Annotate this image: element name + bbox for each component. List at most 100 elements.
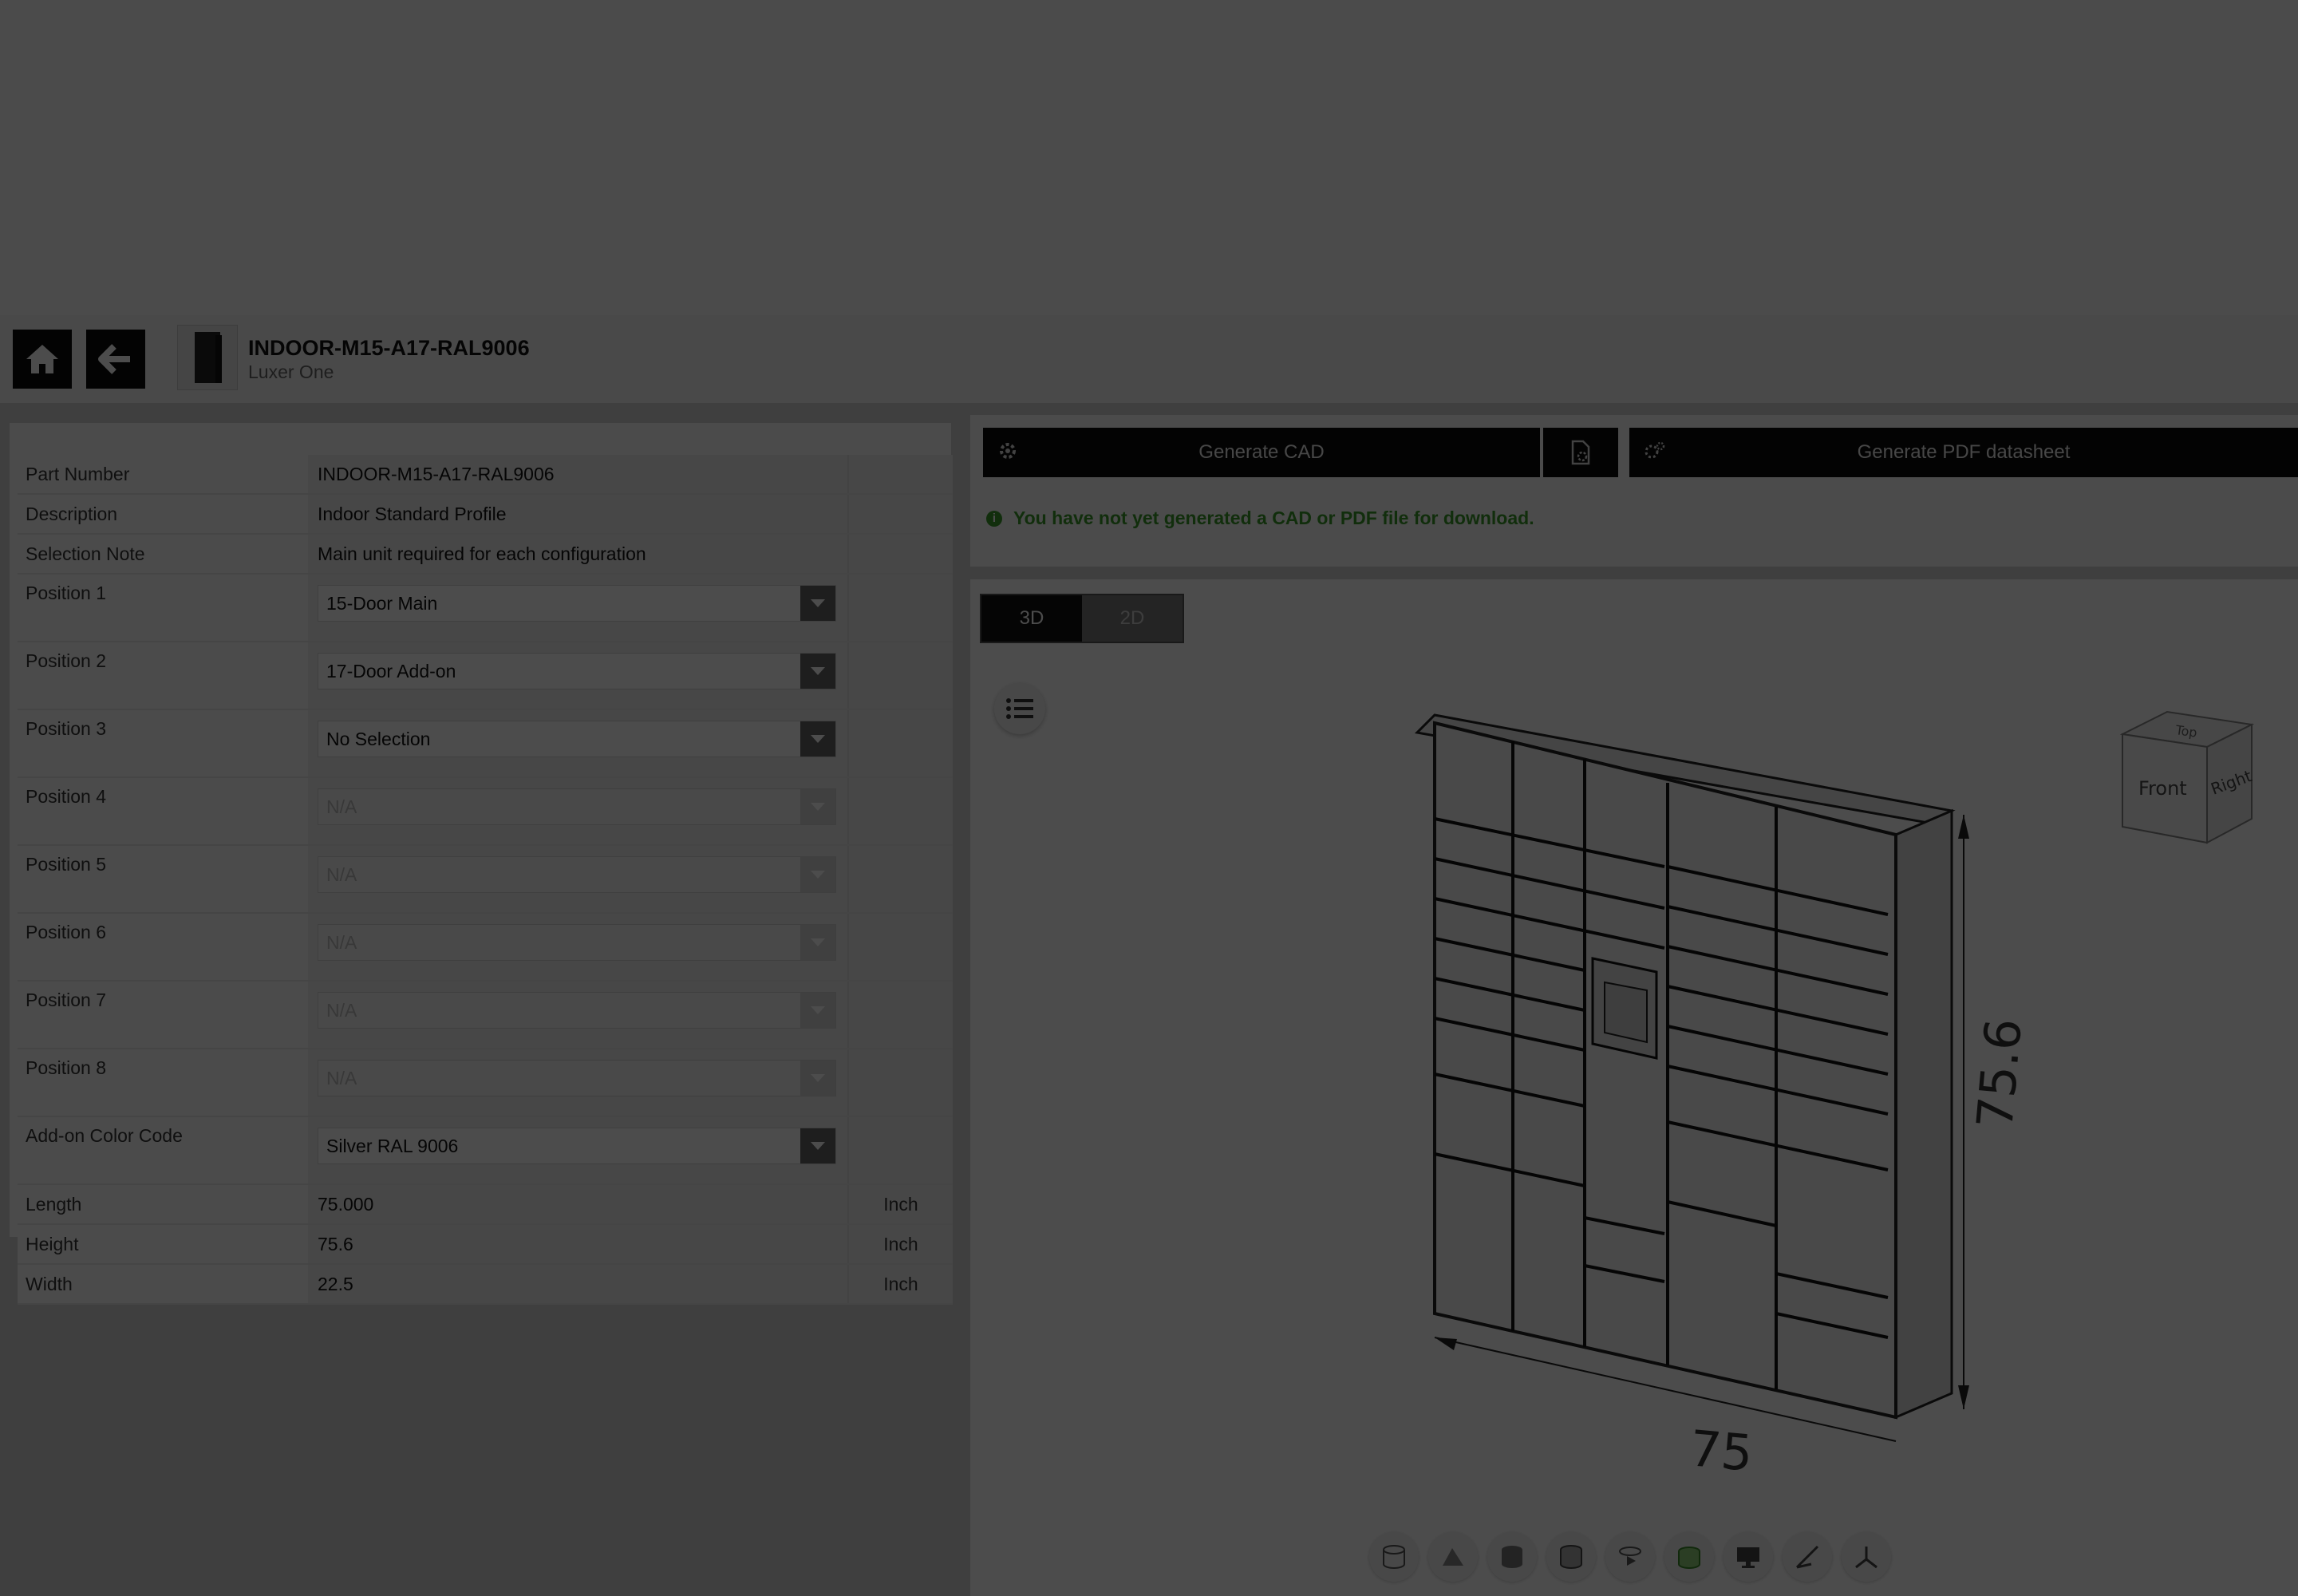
row-unit xyxy=(848,1049,953,1117)
table-row: Position 2 17-Door Add-on xyxy=(18,642,953,710)
chevron-down-icon[interactable] xyxy=(800,721,835,757)
view-tabs: 3D 2D xyxy=(980,594,1184,643)
position-2-select[interactable]: 17-Door Add-on xyxy=(318,653,836,689)
table-row: Position 5 N/A xyxy=(18,845,953,914)
measure-button[interactable] xyxy=(1783,1532,1832,1582)
row-unit xyxy=(848,981,953,1049)
table-row: Position 8 N/A xyxy=(18,1049,953,1117)
chevron-down-icon xyxy=(800,789,835,824)
model-viewer[interactable]: 3D 2D 75 75.6 Top Front Right xyxy=(970,579,2298,1596)
length-value: 75.000 xyxy=(318,1194,374,1215)
table-row: Part Number INDOOR-M15-A17-RAL9006 xyxy=(18,455,953,495)
chevron-down-icon[interactable] xyxy=(800,1128,835,1163)
cylinder-icon xyxy=(1383,1545,1405,1569)
position-8-select: N/A xyxy=(318,1060,836,1096)
row-label: Part Number xyxy=(18,455,308,495)
cad-file-settings-button[interactable] xyxy=(1543,428,1618,477)
row-label: Length xyxy=(18,1184,308,1225)
wireframe-button[interactable] xyxy=(1546,1532,1596,1582)
play-cylinder-icon xyxy=(1619,1547,1641,1566)
row-label: Description xyxy=(18,494,308,535)
row-label: Position 6 xyxy=(18,913,308,982)
row-unit: Inch xyxy=(848,1224,953,1265)
file-gear-icon xyxy=(1571,440,1590,465)
axes-icon xyxy=(1855,1547,1877,1569)
table-row: Position 1 15-Door Main xyxy=(18,574,953,642)
row-unit xyxy=(848,709,953,778)
chevron-down-icon[interactable] xyxy=(800,586,835,621)
info-icon: i xyxy=(986,510,1002,527)
position-6-select: N/A xyxy=(318,924,836,961)
position-7-select: N/A xyxy=(318,992,836,1029)
spec-table: Part Number INDOOR-M15-A17-RAL9006 Descr… xyxy=(18,455,953,1305)
chevron-down-icon[interactable] xyxy=(800,654,835,689)
shaded-button[interactable] xyxy=(1487,1532,1537,1582)
gears-icon xyxy=(1645,441,1665,459)
row-label: Width xyxy=(18,1264,308,1305)
view-cube[interactable]: Top Front Right xyxy=(2111,707,2263,859)
animate-button[interactable] xyxy=(1605,1532,1655,1582)
table-row: Position 3 No Selection xyxy=(18,709,953,778)
page-title: INDOOR-M15-A17-RAL9006 xyxy=(248,336,530,360)
generate-panel: Generate CAD Generate PDF datasheet i Yo… xyxy=(970,415,2298,567)
list-icon xyxy=(1006,698,1033,719)
row-unit xyxy=(848,845,953,914)
row-unit: Inch xyxy=(848,1184,953,1225)
row-unit xyxy=(848,574,953,642)
section-button[interactable] xyxy=(1369,1532,1419,1582)
chevron-down-icon xyxy=(800,1061,835,1096)
page-header: INDOOR-M15-A17-RAL9006 Luxer One xyxy=(0,315,2298,403)
explode-button[interactable] xyxy=(1428,1532,1478,1582)
layers-icon xyxy=(1678,1547,1700,1569)
addon-color-select[interactable]: Silver RAL 9006 xyxy=(318,1128,836,1164)
row-label: Position 3 xyxy=(18,709,308,778)
row-unit xyxy=(848,642,953,710)
shaded-cylinder-icon xyxy=(1502,1546,1522,1568)
row-label: Position 8 xyxy=(18,1049,308,1117)
table-row: Position 4 N/A xyxy=(18,777,953,846)
product-thumbnail xyxy=(177,325,238,390)
row-label: Selection Note xyxy=(18,534,308,575)
table-row: Length 75.000 Inch xyxy=(18,1184,953,1225)
top-blank-area xyxy=(0,0,2298,315)
position-3-select[interactable]: No Selection xyxy=(318,721,836,757)
length-dimension-label: 75 xyxy=(1688,1419,1755,1483)
position-1-select[interactable]: 15-Door Main xyxy=(318,585,836,622)
part-number-value: INDOOR-M15-A17-RAL9006 xyxy=(318,464,555,484)
generate-pdf-button[interactable]: Generate PDF datasheet xyxy=(1629,428,2298,477)
selection-note-value: Main unit required for each configuratio… xyxy=(318,543,646,564)
home-button[interactable] xyxy=(13,330,72,389)
description-value: Indoor Standard Profile xyxy=(318,504,507,524)
tab-3d[interactable]: 3D xyxy=(981,595,1082,642)
locker-thumbnail-icon xyxy=(195,332,222,383)
table-row: Description Indoor Standard Profile xyxy=(18,494,953,535)
table-row: Selection Note Main unit required for ea… xyxy=(18,534,953,575)
row-unit xyxy=(848,534,953,575)
row-unit: Inch xyxy=(848,1264,953,1305)
display-button[interactable] xyxy=(1724,1532,1773,1582)
viewer-toolbar xyxy=(1369,1532,1891,1582)
row-unit xyxy=(848,455,953,495)
table-row: Position 7 N/A xyxy=(18,981,953,1049)
wire-cylinder-icon xyxy=(1560,1545,1582,1569)
row-label: Position 1 xyxy=(18,574,308,642)
tab-2d[interactable]: 2D xyxy=(1082,595,1183,642)
width-value: 22.5 xyxy=(318,1274,353,1294)
home-icon xyxy=(26,345,58,373)
row-label: Position 2 xyxy=(18,642,308,710)
height-dimension-label: 75.6 xyxy=(1965,1016,2033,1131)
explode-icon xyxy=(1443,1548,1463,1566)
locker-3d-model[interactable]: 75 75.6 xyxy=(1210,675,2135,1537)
table-row: Height 75.6 Inch xyxy=(18,1224,953,1265)
cube-top-label: Top xyxy=(2174,722,2197,741)
row-unit xyxy=(848,913,953,982)
position-4-select: N/A xyxy=(318,788,836,825)
chevron-down-icon xyxy=(800,857,835,892)
model-tree-button[interactable] xyxy=(994,683,1045,734)
back-button[interactable] xyxy=(86,330,145,389)
table-row: Add-on Color Code Silver RAL 9006 xyxy=(18,1116,953,1185)
layers-button[interactable] xyxy=(1664,1532,1714,1582)
generate-cad-button[interactable]: Generate CAD xyxy=(983,428,1540,477)
chevron-down-icon xyxy=(800,925,835,960)
axes-button[interactable] xyxy=(1842,1532,1891,1582)
